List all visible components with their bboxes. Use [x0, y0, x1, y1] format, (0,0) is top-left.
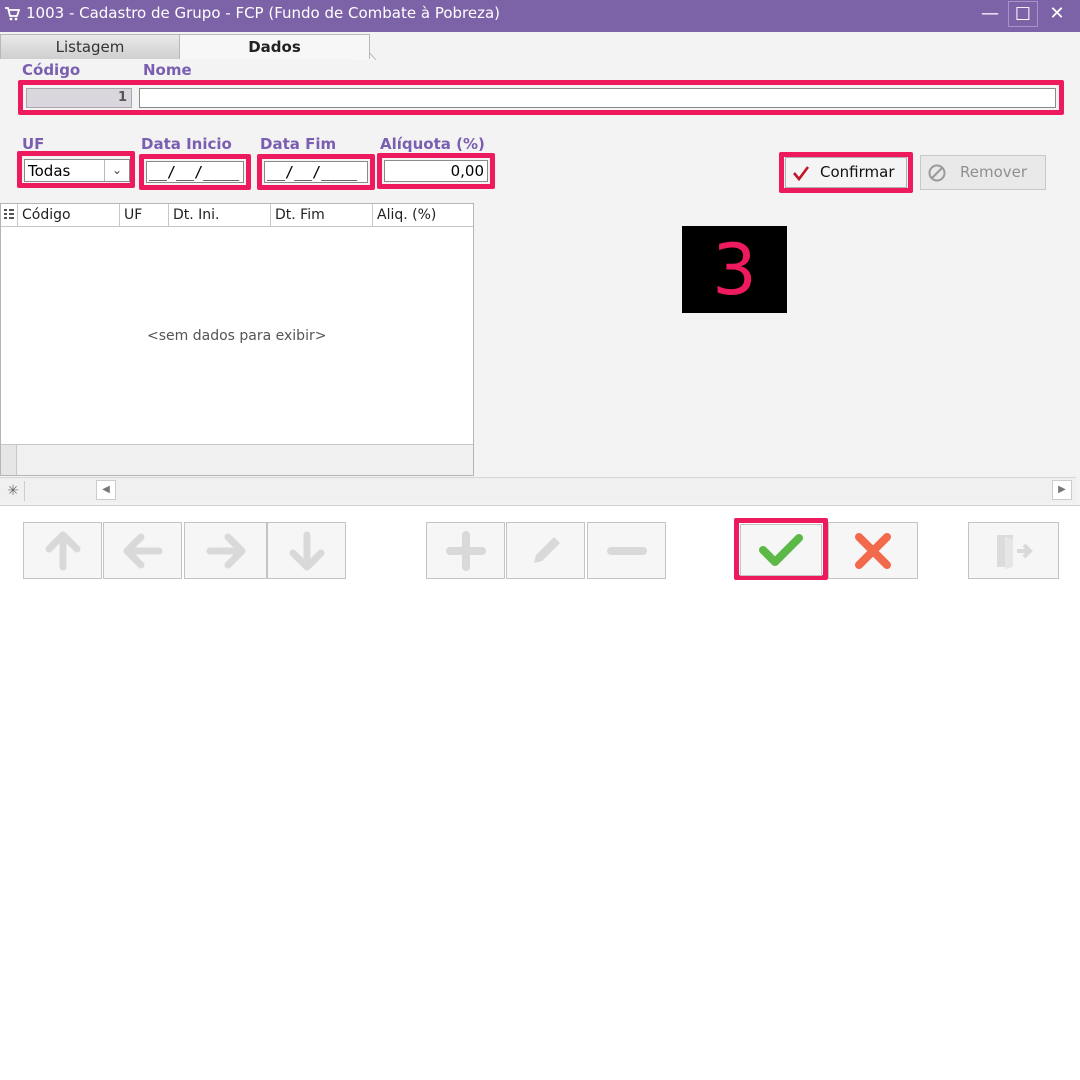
minimize-icon: —: [981, 3, 999, 24]
step-badge: 3: [682, 226, 787, 313]
nome-field[interactable]: [139, 88, 1056, 108]
grid-footer-indicator: [1, 445, 17, 475]
uf-select-value: Todas: [28, 162, 71, 180]
delete-button[interactable]: [587, 522, 666, 579]
scroll-left-button[interactable]: ◀: [96, 480, 116, 500]
move-up-button[interactable]: [23, 522, 102, 579]
cancel-button[interactable]: [828, 522, 918, 579]
add-button[interactable]: [426, 522, 505, 579]
codigo-label: Código: [22, 61, 81, 79]
grid-col-uf[interactable]: UF: [119, 204, 168, 226]
close-x-icon: [855, 532, 891, 569]
exit-door-icon: [996, 534, 1033, 569]
uf-select[interactable]: Todas ⌄: [24, 159, 130, 182]
nome-label: Nome: [143, 61, 192, 79]
arrow-left-icon: [123, 533, 162, 568]
grid-col-codigo[interactable]: Código: [17, 204, 119, 226]
cart-icon: [4, 6, 21, 26]
arrow-right-icon: [206, 533, 245, 568]
check-icon: [793, 166, 810, 182]
maximize-button[interactable]: ☐: [1008, 1, 1038, 27]
aliquota-field[interactable]: 0,00: [384, 160, 488, 182]
horizontal-scrollbar[interactable]: [0, 477, 1076, 503]
grid-col-aliquota[interactable]: Aliq. (%): [372, 204, 473, 226]
aliquota-label: Alíquota (%): [380, 135, 485, 153]
maximize-icon: ☐: [1014, 4, 1032, 25]
codigo-field: 1: [26, 88, 132, 108]
pencil-icon: [533, 536, 560, 563]
chevron-down-icon[interactable]: ⌄: [104, 160, 129, 181]
window-title: 1003 - Cadastro de Grupo - FCP (Fundo de…: [26, 4, 501, 22]
close-icon: ✕: [1049, 3, 1065, 24]
move-down-button[interactable]: [267, 522, 346, 579]
grid-col-dt-fim[interactable]: Dt. Fim: [270, 204, 372, 226]
minimize-button[interactable]: —: [975, 1, 1005, 27]
confirmar-label: Confirmar: [820, 163, 895, 181]
column-chooser-icon[interactable]: [3, 208, 15, 222]
remover-button[interactable]: Remover: [920, 155, 1046, 190]
data-inicio-field[interactable]: __/__/____: [146, 161, 244, 183]
grid-empty-text: <sem dados para exibir>: [147, 328, 327, 344]
close-window-button[interactable]: ✕: [1042, 1, 1072, 27]
move-left-button[interactable]: [103, 522, 182, 579]
data-fim-field[interactable]: __/__/____: [264, 161, 368, 183]
grid-footer: [1, 444, 473, 475]
data-fim-label: Data Fim: [260, 135, 337, 153]
arrow-up-icon: [45, 531, 80, 570]
remover-label: Remover: [960, 163, 1028, 181]
tab-listagem[interactable]: Listagem: [0, 34, 180, 59]
plus-icon: [445, 530, 486, 571]
new-row-icon[interactable]: ✳: [2, 481, 25, 501]
minus-icon: [606, 546, 647, 555]
exit-button[interactable]: [968, 522, 1059, 579]
confirmar-button[interactable]: Confirmar: [785, 157, 907, 188]
edit-button[interactable]: [506, 522, 585, 579]
remove-icon: [928, 164, 946, 182]
check-icon: [759, 534, 803, 566]
tab-dados[interactable]: Dados: [180, 34, 370, 59]
arrow-down-icon: [289, 531, 324, 570]
data-inicio-label: Data Inicio: [141, 135, 232, 153]
move-right-button[interactable]: [184, 522, 267, 579]
save-button[interactable]: [740, 524, 822, 576]
scroll-right-button[interactable]: ▶: [1052, 480, 1072, 500]
grid-col-dt-ini[interactable]: Dt. Ini.: [168, 204, 270, 226]
